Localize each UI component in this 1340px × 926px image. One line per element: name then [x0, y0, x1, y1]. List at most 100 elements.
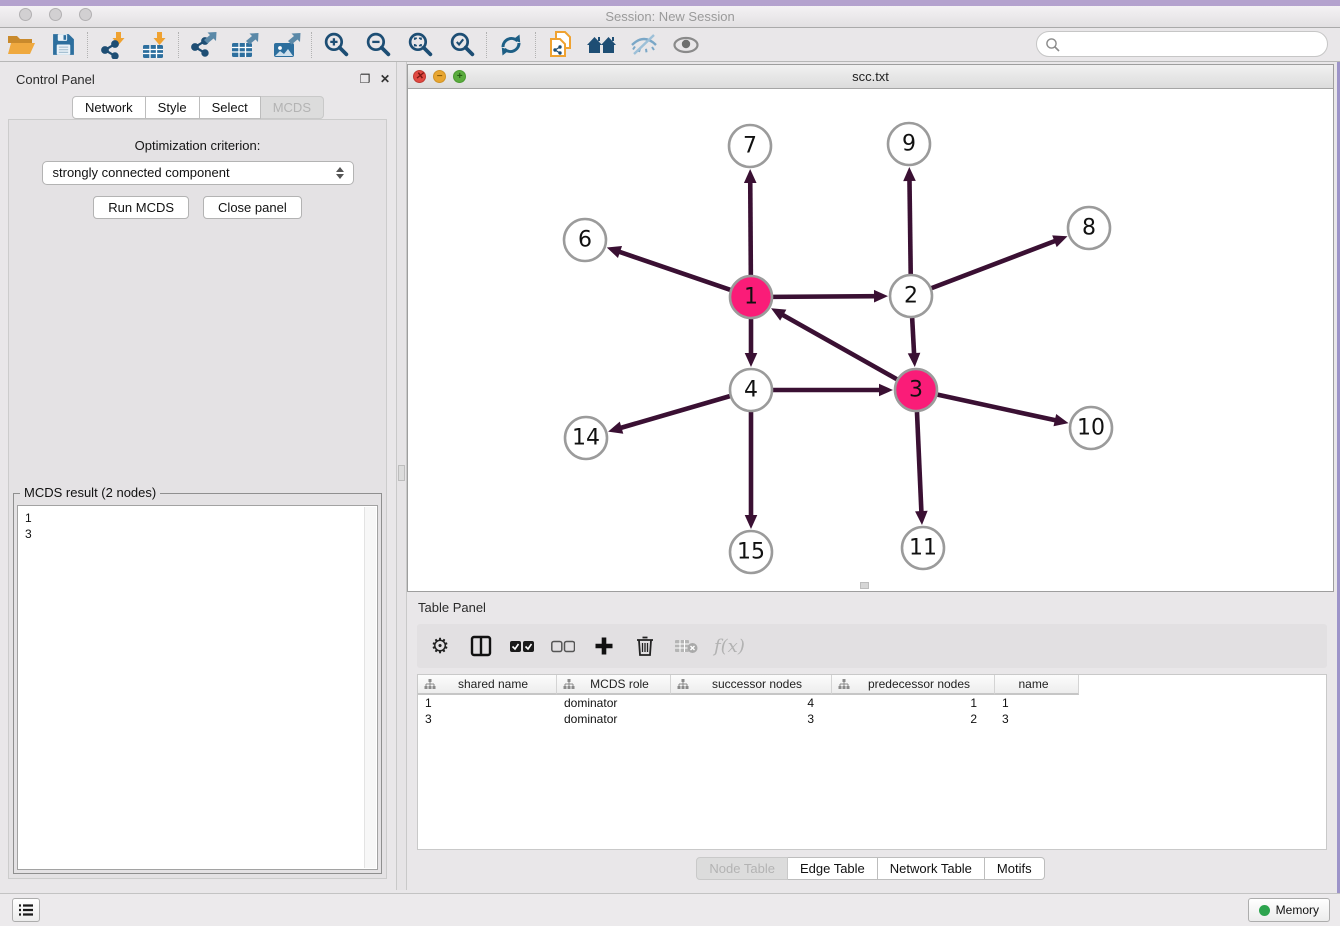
table-cell[interactable]: 3 — [671, 711, 832, 727]
graph-edge-2-3[interactable] — [908, 318, 921, 367]
mcds-result-item[interactable]: 3 — [25, 526, 377, 542]
import-table-button[interactable] — [133, 29, 175, 61]
graph-node-14[interactable]: 14 — [565, 417, 607, 459]
mcds-result-item[interactable]: 1 — [25, 510, 377, 526]
tab-network-table[interactable]: Network Table — [878, 857, 985, 880]
close-panel-button[interactable]: Close panel — [203, 196, 302, 219]
import-network-button[interactable] — [91, 29, 133, 61]
unselect-all-columns-button[interactable] — [550, 631, 576, 661]
select-all-columns-button[interactable] — [509, 631, 535, 661]
zoom-in-button[interactable] — [315, 29, 357, 61]
graph-edge-4-15[interactable] — [745, 412, 758, 529]
tab-network[interactable]: Network — [72, 96, 146, 119]
fx-icon: f(x) — [714, 636, 745, 657]
show-all-button[interactable] — [665, 29, 707, 61]
table-row[interactable]: 3dominator323 — [418, 711, 1326, 727]
graph-node-11[interactable]: 11 — [902, 527, 944, 569]
graph-node-9[interactable]: 9 — [888, 123, 930, 165]
run-mcds-button[interactable]: Run MCDS — [93, 196, 189, 219]
column-header-predecessor-nodes[interactable]: predecessor nodes — [832, 675, 995, 695]
open-session-button[interactable] — [0, 29, 42, 61]
table-cell[interactable]: 3 — [995, 711, 1079, 727]
table-settings-button[interactable]: ⚙ — [427, 631, 453, 661]
unchecked-boxes-icon — [551, 640, 575, 653]
float-panel-icon[interactable]: ❐ — [358, 72, 372, 86]
column-header-MCDS-role[interactable]: MCDS role — [557, 675, 671, 695]
graph-edge-2-8[interactable] — [932, 235, 1068, 288]
graph-edge-3-10[interactable] — [937, 395, 1068, 427]
search-input[interactable] — [1065, 33, 1320, 55]
tab-node-table[interactable]: Node Table — [696, 857, 788, 880]
maximize-network-icon[interactable]: + — [453, 70, 466, 83]
graph-node-3[interactable]: 3 — [895, 369, 937, 411]
export-image-button[interactable] — [266, 29, 308, 61]
tab-select[interactable]: Select — [200, 96, 261, 119]
show-columns-button[interactable] — [468, 631, 494, 661]
fit-content-button[interactable] — [399, 29, 441, 61]
panel-splitter[interactable] — [396, 62, 407, 890]
canvas-scroll-handle[interactable] — [860, 582, 869, 589]
tab-edge-table[interactable]: Edge Table — [788, 857, 878, 880]
delete-column-button[interactable] — [632, 631, 658, 661]
houses-icon — [586, 33, 618, 57]
graph-edge-4-3[interactable] — [773, 384, 893, 397]
graph-node-10[interactable]: 10 — [1070, 407, 1112, 449]
tab-style[interactable]: Style — [146, 96, 200, 119]
table-cell[interactable]: dominator — [557, 695, 671, 711]
graph-edge-3-1[interactable] — [771, 308, 897, 379]
tab-mcds[interactable]: MCDS — [261, 96, 324, 119]
network-canvas[interactable]: 7 9 6 8 1 2 4 3 14 10 15 11 — [408, 89, 1333, 591]
node-table[interactable]: shared nameMCDS rolesuccessor nodesprede… — [417, 674, 1327, 850]
table-cell[interactable]: 1 — [832, 695, 995, 711]
graph-node-2[interactable]: 2 — [890, 275, 932, 317]
tab-motifs[interactable]: Motifs — [985, 857, 1045, 880]
graph-node-7[interactable]: 7 — [729, 125, 771, 167]
minimize-window-button[interactable] — [49, 8, 62, 21]
graph-edge-1-4[interactable] — [745, 319, 758, 367]
result-scrollbar[interactable] — [364, 507, 376, 868]
criterion-select[interactable]: strongly connected component — [42, 161, 354, 185]
zoom-selected-button[interactable] — [441, 29, 483, 61]
table-row[interactable]: 1dominator411 — [418, 695, 1326, 711]
graph-edge-4-14[interactable] — [608, 396, 730, 434]
create-column-button[interactable] — [591, 631, 617, 661]
graph-node-8[interactable]: 8 — [1068, 207, 1110, 249]
export-network-button[interactable] — [182, 29, 224, 61]
graph-edge-1-7[interactable] — [744, 169, 757, 275]
hide-selected-button[interactable] — [623, 29, 665, 61]
graph-edge-2-9[interactable] — [903, 167, 916, 274]
column-header-name[interactable]: name — [995, 675, 1079, 695]
column-header-shared-name[interactable]: shared name — [418, 675, 557, 695]
graph-edge-1-2[interactable] — [773, 290, 888, 303]
graph-node-6[interactable]: 6 — [564, 219, 606, 261]
save-session-button[interactable] — [42, 29, 84, 61]
first-network-button[interactable] — [539, 29, 581, 61]
table-cell[interactable]: 2 — [832, 711, 995, 727]
table-cell[interactable]: dominator — [557, 711, 671, 727]
table-cell[interactable]: 1 — [418, 695, 557, 711]
memory-button[interactable]: Memory — [1248, 898, 1330, 922]
home-view-button[interactable] — [581, 29, 623, 61]
refresh-view-button[interactable] — [490, 29, 532, 61]
graph-edge-1-6[interactable] — [607, 246, 730, 290]
minimize-network-icon[interactable]: − — [433, 70, 446, 83]
table-cell[interactable]: 1 — [995, 695, 1079, 711]
graph-edge-3-11[interactable] — [915, 412, 928, 525]
close-window-button[interactable] — [19, 8, 32, 21]
close-network-icon[interactable]: ✕ — [413, 70, 426, 83]
mcds-result-list[interactable]: 13 — [17, 505, 378, 870]
graph-node-4[interactable]: 4 — [730, 369, 772, 411]
column-header-successor-nodes[interactable]: successor nodes — [671, 675, 832, 695]
close-panel-icon[interactable]: ✕ — [378, 72, 392, 86]
graph-node-1[interactable]: 1 — [730, 276, 772, 318]
zoom-out-button[interactable] — [357, 29, 399, 61]
table-cell[interactable]: 3 — [418, 711, 557, 727]
export-table-button[interactable] — [224, 29, 266, 61]
zoom-window-button[interactable] — [79, 8, 92, 21]
splitter-grip[interactable] — [398, 465, 405, 481]
table-cell[interactable]: 4 — [671, 695, 832, 711]
graph-node-15[interactable]: 15 — [730, 531, 772, 573]
network-document-icon — [547, 30, 574, 60]
network-graph[interactable]: 7 9 6 8 1 2 4 3 14 10 15 11 — [408, 89, 1333, 591]
task-history-button[interactable] — [12, 898, 40, 922]
